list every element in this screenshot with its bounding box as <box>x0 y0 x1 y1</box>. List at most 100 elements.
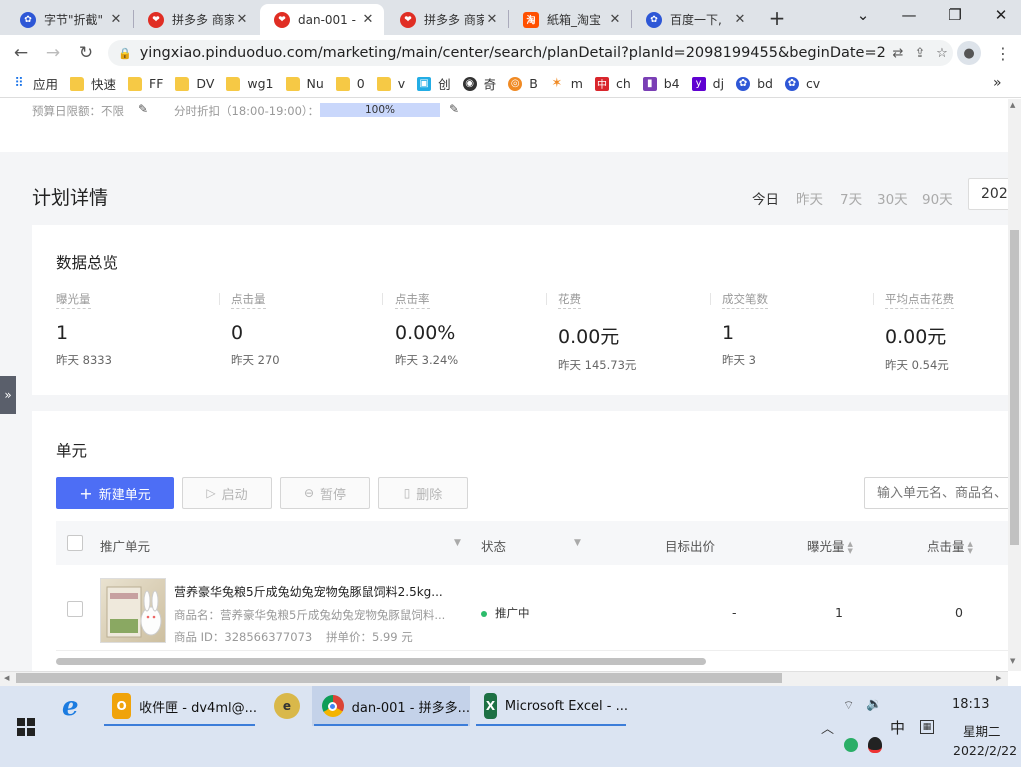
edit-discount-icon[interactable]: ✎ <box>449 102 459 116</box>
date-range-30d[interactable]: 30天 <box>877 188 908 208</box>
bookmark-item[interactable]: ◎ B <box>508 76 538 91</box>
bookmark-folder[interactable]: 0 <box>335 76 365 91</box>
more-bookmarks-chevron-icon[interactable]: » <box>993 75 1002 91</box>
metric-yesterday: 昨天 270 <box>231 353 280 367</box>
browser-tab[interactable]: ✿ 字节"折截" ✕ <box>6 4 132 35</box>
horizontal-scroll-thumb[interactable] <box>16 673 782 683</box>
wechat-icon[interactable] <box>844 738 858 752</box>
metric-impressions[interactable]: 曝光量 1 昨天 8333 <box>56 291 220 368</box>
translate-icon[interactable]: ⇄ <box>887 46 909 61</box>
bookmark-star-icon[interactable]: ☆ <box>931 46 953 61</box>
new-tab-plus-icon[interactable]: + <box>764 6 790 30</box>
taskbar-excel[interactable]: X Microsoft Excel - ... <box>474 686 628 726</box>
bookmark-folder[interactable]: Nu <box>285 76 324 91</box>
restore-icon[interactable]: ❐ <box>932 0 978 30</box>
address-bar[interactable]: 🔒 yingxiao.pinduoduo.com/marketing/main/… <box>108 40 953 66</box>
metric-spend[interactable]: 花费 0.00元 昨天 145.73元 <box>558 291 722 373</box>
clock-time[interactable]: 18:13 <box>952 697 989 712</box>
tab-search-chevron-icon[interactable]: ⌄ <box>840 0 886 30</box>
bookmark-item[interactable]: ✿ cv <box>784 76 820 91</box>
delete-button[interactable]: ▯ 删除 <box>378 477 468 509</box>
date-range-today[interactable]: 今日 <box>752 188 779 208</box>
metric-clicks[interactable]: 点击量 0 昨天 270 <box>231 291 395 368</box>
browser-tab[interactable]: 淘 紙箱_淘宝 ✕ <box>509 4 631 35</box>
vertical-scroll-thumb[interactable] <box>1010 230 1019 545</box>
date-picker[interactable]: 2022 <box>968 178 1008 210</box>
clock-weekday[interactable]: 星期二 <box>963 721 1001 740</box>
url-text[interactable]: yingxiao.pinduoduo.com/marketing/main/ce… <box>140 45 887 61</box>
window-close-icon[interactable]: ✕ <box>978 0 1021 30</box>
browser-tab[interactable]: ❤ 拼多多 商家 ✕ <box>386 4 508 35</box>
network-icon[interactable]: ⌔ <box>843 698 854 713</box>
bookmark-item[interactable]: ▣ 创 <box>417 74 451 93</box>
pause-button[interactable]: ⊖ 暂停 <box>280 477 370 509</box>
table-row[interactable]: 营养豪华兔粮5斤成兔幼兔宠物兔豚鼠饲料2.5kg... 商品名：营养豪华兔粮5斤… <box>56 565 1008 651</box>
clock-date[interactable]: 2022/2/22 <box>953 743 1017 758</box>
col-clicks-header[interactable]: 点击量 ▲ ▼ <box>927 536 973 555</box>
scroll-left-arrow-icon[interactable]: ◀ <box>4 674 9 682</box>
scroll-down-arrow-icon[interactable]: ▼ <box>1010 657 1015 665</box>
bookmark-item[interactable]: ▮ b4 <box>642 76 680 91</box>
taskbar-outlook[interactable]: O 收件匣 - dv4ml@... <box>102 686 257 726</box>
back-arrow-icon[interactable]: ← <box>8 40 34 66</box>
volume-icon[interactable]: 🔉 <box>866 697 882 712</box>
internet-explorer-icon[interactable]: e <box>62 692 90 722</box>
bookmark-item[interactable]: ◉ 奇 <box>462 74 496 93</box>
metric-avg-cpc[interactable]: 平均点击花费 0.00元 昨天 0.54元 <box>885 291 1005 373</box>
bookmark-item[interactable]: ✶ m <box>550 76 583 91</box>
bookmark-item[interactable]: ✿ bd <box>736 76 773 91</box>
bookmark-folder[interactable]: wg1 <box>226 76 274 91</box>
forward-arrow-icon[interactable]: → <box>40 40 66 66</box>
lock-icon[interactable]: 🔒 <box>118 47 132 60</box>
metric-orders[interactable]: 成交笔数 1 昨天 3 <box>722 291 886 368</box>
scroll-right-arrow-icon[interactable]: ▶ <box>996 674 1001 682</box>
date-range-yesterday[interactable]: 昨天 <box>796 188 823 208</box>
edit-budget-icon[interactable]: ✎ <box>138 102 148 116</box>
scroll-up-arrow-icon[interactable]: ▲ <box>1010 101 1015 109</box>
profile-avatar-icon[interactable]: ● <box>957 41 981 65</box>
browser-tab[interactable]: ❤ 拼多多 商家 ✕ <box>134 4 258 35</box>
bookmark-apps[interactable]: ⠿ 应用 <box>12 74 58 93</box>
date-range-90d[interactable]: 90天 <box>922 188 953 208</box>
bookmark-item[interactable]: 中 ch <box>594 76 631 91</box>
close-icon[interactable]: ✕ <box>607 12 623 28</box>
show-hidden-icons-chevron-icon[interactable]: ︿ <box>821 718 834 737</box>
date-range-7d[interactable]: 7天 <box>840 188 862 208</box>
share-icon[interactable]: ⇪ <box>909 46 931 61</box>
bookmark-folder[interactable]: FF <box>128 76 163 91</box>
select-all-checkbox[interactable] <box>67 535 83 551</box>
minimize-icon[interactable]: — <box>886 0 932 30</box>
browser-tab[interactable]: ✿ 百度一下, ✕ <box>632 4 756 35</box>
close-icon[interactable]: ✕ <box>234 12 250 28</box>
close-icon[interactable]: ✕ <box>108 12 124 28</box>
bookmark-folder[interactable]: v <box>376 76 405 91</box>
close-icon[interactable]: ✕ <box>732 12 748 28</box>
bookmark-item[interactable]: y dj <box>691 76 724 91</box>
reload-icon[interactable]: ↻ <box>73 40 99 66</box>
ime-mode-icon[interactable]: ▦ <box>920 720 934 734</box>
bilibili-icon: ▣ <box>417 76 432 91</box>
row-checkbox[interactable] <box>67 601 83 617</box>
kebab-menu-icon[interactable]: ⋮ <box>990 40 1016 66</box>
close-icon[interactable]: ✕ <box>484 12 500 28</box>
table-horizontal-scrollbar[interactable] <box>56 658 706 665</box>
bookmark-folder[interactable]: 快速 <box>70 74 116 93</box>
unit-search-input[interactable] <box>864 477 1008 509</box>
browser-tab-active[interactable]: ❤ dan-001 - ✕ <box>260 4 384 35</box>
start-button[interactable]: ▷ 启动 <box>182 477 272 509</box>
product-thumbnail[interactable] <box>100 578 166 643</box>
taskbar-ie-alt[interactable]: e <box>264 686 308 726</box>
ime-indicator[interactable]: 中 <box>890 717 905 738</box>
sidebar-expand-icon[interactable]: » <box>0 376 16 414</box>
taskbar-chrome[interactable]: dan-001 - 拼多多... <box>312 686 470 726</box>
new-unit-button[interactable]: + 新建单元 <box>56 477 174 509</box>
col-impressions-header[interactable]: 曝光量 ▲ ▼ <box>807 536 853 555</box>
unit-product-title[interactable]: 营养豪华兔粮5斤成兔幼兔宠物兔豚鼠饲料2.5kg... <box>174 583 443 600</box>
filter-funnel-icon[interactable]: ▼ <box>574 538 581 548</box>
windows-start-button[interactable] <box>0 686 52 767</box>
close-icon[interactable]: ✕ <box>360 12 376 28</box>
qq-penguin-icon[interactable] <box>868 737 882 753</box>
bookmark-folder[interactable]: DV <box>175 76 214 91</box>
metric-ctr[interactable]: 点击率 0.00% 昨天 3.24% <box>395 291 559 368</box>
filter-funnel-icon[interactable]: ▼ <box>454 538 461 548</box>
